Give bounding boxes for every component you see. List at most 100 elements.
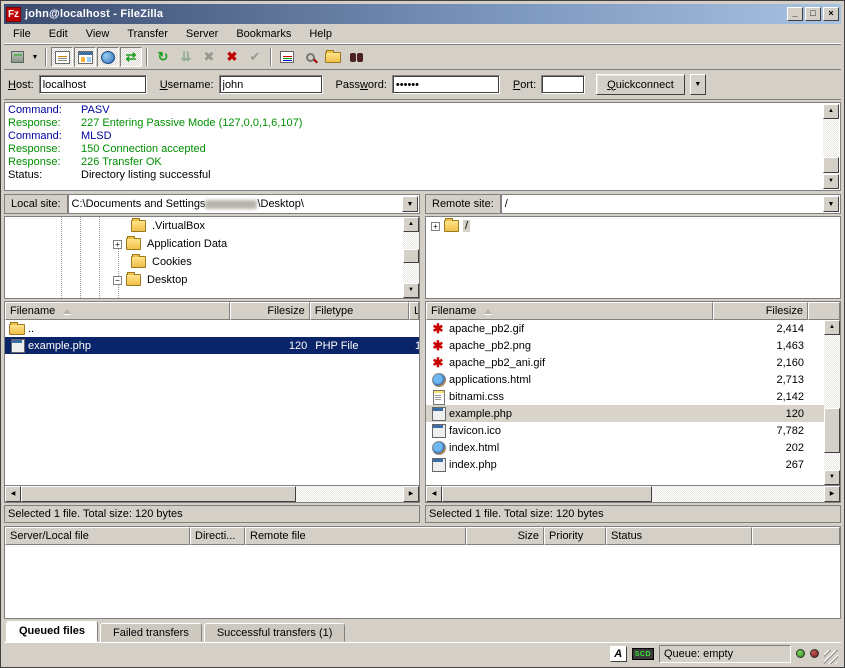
menu-server[interactable]: Server (177, 26, 227, 42)
scroll-thumb[interactable] (21, 486, 296, 502)
file-search-button[interactable] (299, 47, 321, 67)
file-row[interactable]: bitnami.css 2,142 (426, 388, 824, 405)
scroll-down-icon[interactable]: ▼ (403, 283, 419, 298)
tab-queued-files[interactable]: Queued files (6, 621, 98, 642)
toggle-log-button[interactable] (51, 47, 73, 67)
local-directory-tree[interactable]: .VirtualBox + Application Data Cookies −… (4, 216, 420, 299)
local-site-combobox[interactable]: C:\Documents and Settings\Desktop\ ▼ (68, 194, 420, 214)
column-filetype[interactable]: Filetype (310, 302, 409, 320)
resize-grip[interactable] (824, 650, 838, 664)
file-row[interactable]: favicon.ico 7,782 (426, 422, 824, 439)
scroll-right-icon[interactable]: ▶ (824, 486, 840, 502)
data-type-indicator[interactable]: A (610, 646, 627, 662)
tree-item[interactable]: − Desktop (5, 271, 419, 289)
tab-failed-transfers[interactable]: Failed transfers (100, 623, 202, 642)
directory-listing-filter-button[interactable] (276, 47, 298, 67)
toggle-remote-tree-button[interactable] (97, 47, 119, 67)
local-list-body[interactable]: .. example.php 120 PHP File 1 (5, 320, 419, 485)
tree-item-root[interactable]: + / (426, 217, 840, 235)
scroll-thumb[interactable] (403, 249, 419, 263)
remote-horizontal-scrollbar[interactable]: ◀ ▶ (426, 485, 840, 502)
menu-bookmarks[interactable]: Bookmarks (227, 26, 300, 42)
minimize-button[interactable]: _ (787, 7, 803, 21)
file-row[interactable]: index.html 202 (426, 439, 824, 456)
scroll-thumb[interactable] (824, 408, 840, 453)
scroll-thumb[interactable] (823, 157, 839, 173)
remote-vertical-scrollbar[interactable]: ▲ ▼ (824, 320, 840, 485)
scroll-right-icon[interactable]: ▶ (403, 486, 419, 502)
scroll-thumb[interactable] (442, 486, 652, 502)
column-priority[interactable]: Priority (544, 527, 606, 545)
queue-body[interactable] (5, 545, 840, 618)
file-row-parent-dir[interactable]: .. (5, 320, 419, 337)
file-row[interactable]: ✱apache_pb2.png 1,463 (426, 337, 824, 354)
expand-icon[interactable]: + (113, 240, 122, 249)
title-bar[interactable]: Fz john@localhost - FileZilla _ □ × (4, 4, 841, 24)
column-server-local-file[interactable]: Server/Local file (5, 527, 190, 545)
file-row[interactable]: ✱apache_pb2.gif 2,414 (426, 320, 824, 337)
tree-item[interactable]: + Application Data (5, 235, 419, 253)
scroll-down-icon[interactable]: ▼ (824, 470, 840, 485)
remote-list-body[interactable]: ✱apache_pb2.gif 2,414 ✱apache_pb2.png 1,… (426, 320, 824, 485)
column-status[interactable]: Status (606, 527, 752, 545)
refresh-button[interactable]: ↻ (152, 47, 174, 67)
column-direction[interactable]: Directi... (190, 527, 245, 545)
tree-item[interactable]: Cookies (5, 253, 419, 271)
port-input[interactable] (541, 75, 585, 94)
scroll-track[interactable] (442, 486, 824, 502)
quickconnect-button[interactable]: Quickconnect (596, 74, 685, 95)
column-filesize[interactable]: Filesize (713, 302, 808, 320)
file-row-example-php[interactable]: example.php 120 PHP File 1 (5, 337, 419, 354)
log-scrollbar[interactable]: ▲ ▼ (823, 104, 839, 189)
menu-edit[interactable]: Edit (40, 26, 77, 42)
column-size[interactable]: Size (466, 527, 544, 545)
disconnect-button[interactable]: ✖ (221, 47, 243, 67)
scroll-track[interactable] (21, 486, 403, 502)
menu-help[interactable]: Help (300, 26, 341, 42)
local-tree-scrollbar[interactable]: ▲ ▼ (403, 217, 419, 298)
chevron-down-icon[interactable]: ▼ (402, 196, 418, 212)
scroll-down-icon[interactable]: ▼ (823, 174, 839, 189)
column-filename[interactable]: Filename (426, 302, 713, 320)
scroll-left-icon[interactable]: ◀ (426, 486, 442, 502)
menu-view[interactable]: View (77, 26, 119, 42)
tab-successful-transfers[interactable]: Successful transfers (1) (204, 623, 346, 642)
quickconnect-dropdown[interactable]: ▼ (690, 74, 706, 95)
file-row[interactable]: applications.html 2,713 (426, 371, 824, 388)
process-queue-button[interactable]: ⇊ (175, 47, 197, 67)
menu-file[interactable]: File (4, 26, 40, 42)
close-button[interactable]: × (823, 7, 839, 21)
remote-directory-tree[interactable]: + / (425, 216, 841, 299)
scroll-up-icon[interactable]: ▲ (823, 104, 839, 119)
password-input[interactable] (392, 75, 500, 94)
file-row[interactable]: ✱apache_pb2_ani.gif 2,160 (426, 354, 824, 371)
site-manager-button[interactable] (6, 47, 28, 67)
remote-site-combobox[interactable]: / ▼ (501, 194, 841, 214)
chevron-down-icon[interactable]: ▼ (823, 196, 839, 212)
speed-limit-indicator[interactable]: SCD (632, 648, 654, 660)
toggle-local-tree-button[interactable] (74, 47, 96, 67)
file-row[interactable]: index.php 267 (426, 456, 824, 473)
toggle-queue-button[interactable]: ⇄ (120, 47, 142, 67)
menu-transfer[interactable]: Transfer (118, 26, 177, 42)
expand-icon[interactable]: + (431, 222, 440, 231)
collapse-icon[interactable]: − (113, 276, 122, 285)
maximize-button[interactable]: □ (805, 7, 821, 21)
directory-comparison-button[interactable] (345, 47, 367, 67)
column-last-modified[interactable]: L (409, 302, 419, 320)
scroll-up-icon[interactable]: ▲ (403, 217, 419, 232)
tree-item[interactable]: .VirtualBox (5, 217, 419, 235)
column-remote-file[interactable]: Remote file (245, 527, 466, 545)
reconnect-button[interactable]: ✔ (244, 47, 266, 67)
local-horizontal-scrollbar[interactable]: ◀ ▶ (5, 485, 419, 502)
cancel-operation-button[interactable]: ✖ (198, 47, 220, 67)
synchronized-browsing-button[interactable] (322, 47, 344, 67)
file-row-example-php[interactable]: example.php 120 (426, 405, 824, 422)
column-filesize[interactable]: Filesize (230, 302, 309, 320)
username-input[interactable] (219, 75, 323, 94)
scroll-up-icon[interactable]: ▲ (824, 320, 840, 335)
host-input[interactable] (39, 75, 147, 94)
scroll-left-icon[interactable]: ◀ (5, 486, 21, 502)
site-manager-dropdown[interactable]: ▼ (29, 47, 41, 67)
column-filename[interactable]: Filename (5, 302, 230, 320)
